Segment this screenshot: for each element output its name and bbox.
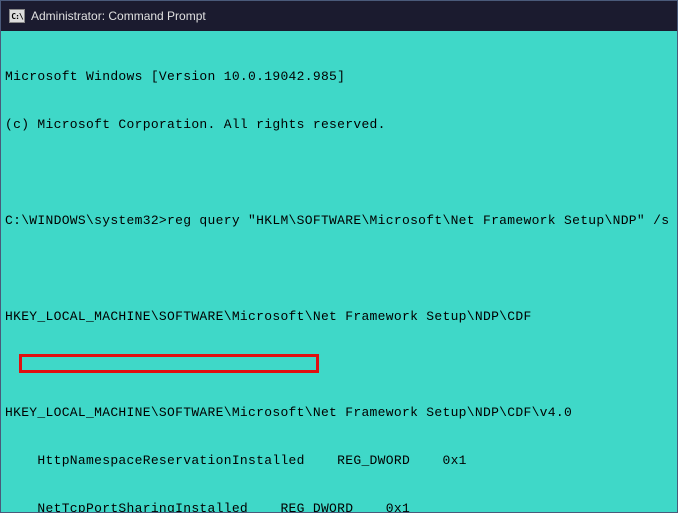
cmd-icon: C:\ xyxy=(9,9,25,23)
terminal-line xyxy=(5,165,673,181)
terminal-line: Microsoft Windows [Version 10.0.19042.98… xyxy=(5,69,673,85)
terminal-line: HKEY_LOCAL_MACHINE\SOFTWARE\Microsoft\Ne… xyxy=(5,309,673,325)
window-titlebar: C:\ Administrator: Command Prompt xyxy=(1,1,677,31)
terminal-line: (c) Microsoft Corporation. All rights re… xyxy=(5,117,673,133)
terminal-line: C:\WINDOWS\system32>reg query "HKLM\SOFT… xyxy=(5,213,673,229)
terminal-line xyxy=(5,261,673,277)
terminal-line xyxy=(5,357,673,373)
terminal-line: HttpNamespaceReservationInstalled REG_DW… xyxy=(5,453,673,469)
terminal-line: NetTcpPortSharingInstalled REG_DWORD 0x1 xyxy=(5,501,673,512)
terminal-line: HKEY_LOCAL_MACHINE\SOFTWARE\Microsoft\Ne… xyxy=(5,405,673,421)
terminal-output[interactable]: Microsoft Windows [Version 10.0.19042.98… xyxy=(1,31,677,512)
window-title: Administrator: Command Prompt xyxy=(31,9,206,23)
